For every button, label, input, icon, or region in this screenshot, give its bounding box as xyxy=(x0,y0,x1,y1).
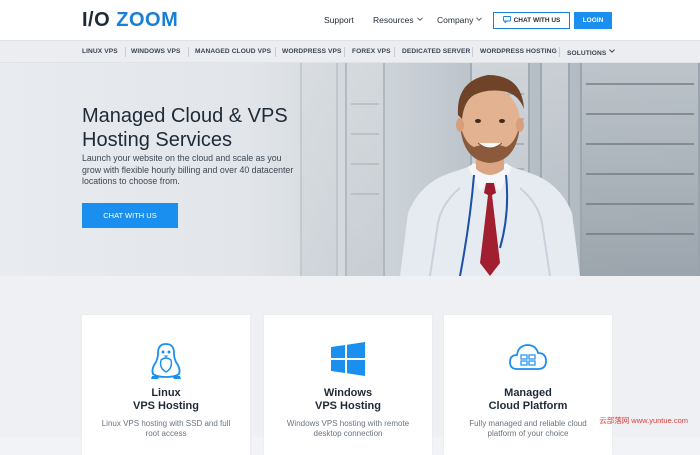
top-header: I/O ZOOM Support Resources Company CHAT … xyxy=(0,0,700,40)
linux-penguin-icon xyxy=(151,343,181,379)
site-logo[interactable]: I/O ZOOM xyxy=(82,9,178,32)
nav-company-label: Company xyxy=(437,15,474,25)
chat-bubble-icon xyxy=(502,16,511,24)
chevron-down-icon xyxy=(609,49,616,53)
nav-resources-label: Resources xyxy=(373,15,414,25)
chat-button-label: CHAT WITH US xyxy=(513,17,561,24)
subnav-item-wordpress-hosting[interactable]: WORDPRESS HOSTING xyxy=(480,48,557,55)
subnav-divider xyxy=(188,47,189,57)
subnav-divider xyxy=(125,47,126,57)
hero-person-image xyxy=(400,75,580,276)
chat-with-us-button[interactable]: CHAT WITH US xyxy=(493,12,570,29)
card-title-line1: Windows xyxy=(323,387,373,399)
subnav-item-solutions[interactable]: SOLUTIONS xyxy=(567,48,616,57)
card-linux-vps[interactable]: Linux VPS Hosting Linux VPS hosting with… xyxy=(82,315,250,455)
subnav-item-dedicated-server[interactable]: DEDICATED SERVER xyxy=(402,48,470,55)
hero-chat-button[interactable]: CHAT WITH US xyxy=(82,203,178,228)
card-title: Linux VPS Hosting xyxy=(82,387,250,413)
hero-banner: Managed Cloud & VPS Hosting Services Lau… xyxy=(0,63,700,276)
nav-resources-menu[interactable]: Resources xyxy=(373,15,423,25)
subnav-item-linux-vps[interactable]: LINUX VPS xyxy=(82,48,118,55)
chevron-down-icon xyxy=(476,17,483,21)
card-title: Managed Cloud Platform xyxy=(444,387,612,413)
login-button[interactable]: LOGIN xyxy=(574,12,612,29)
nav-company-menu[interactable]: Company xyxy=(437,15,483,25)
card-managed-cloud[interactable]: Managed Cloud Platform Fully managed and… xyxy=(444,315,612,455)
subnav-item-managed-cloud-vps[interactable]: MANAGED CLOUD VPS xyxy=(195,48,271,55)
logo-zoom-text: ZOOM xyxy=(116,9,179,31)
windows-logo-icon xyxy=(331,342,365,376)
logo-io-text: I/O xyxy=(82,9,111,31)
subnav-divider xyxy=(344,47,345,57)
subnav-divider xyxy=(559,47,560,57)
watermark-text: 云部落网 www.yuntue.com xyxy=(599,415,688,426)
card-windows-vps[interactable]: Windows VPS Hosting Windows VPS hosting … xyxy=(264,315,432,455)
server-rack-image xyxy=(580,63,700,276)
card-title-line1: Linux xyxy=(151,387,181,399)
card-title: Windows VPS Hosting xyxy=(264,387,432,413)
subnav-item-wordpress-vps[interactable]: WORDPRESS VPS xyxy=(282,48,342,55)
product-cards-section: Linux VPS Hosting Linux VPS hosting with… xyxy=(0,276,700,455)
subnav-divider xyxy=(472,47,473,57)
card-description: Fully managed and reliable cloud platfor… xyxy=(469,419,587,438)
card-title-line2: VPS Hosting xyxy=(314,400,381,412)
nav-support-link[interactable]: Support xyxy=(324,15,354,25)
hero-description: Launch your website on the cloud and sca… xyxy=(82,153,294,186)
card-title-line1: Managed xyxy=(504,387,552,399)
chevron-down-icon xyxy=(416,17,423,21)
card-description: Windows VPS hosting with remote desktop … xyxy=(286,419,410,438)
cloud-platform-icon xyxy=(509,344,547,370)
card-title-line2: VPS Hosting xyxy=(132,400,199,412)
server-rack-image xyxy=(300,63,338,276)
card-description: Linux VPS hosting with SSD and full root… xyxy=(101,419,231,438)
server-rack-image xyxy=(345,63,385,276)
watermark-cn: 云部落网 xyxy=(599,416,630,425)
watermark-url: www.yuntue.com xyxy=(631,416,688,425)
subnav-item-windows-vps[interactable]: WINDOWS VPS xyxy=(131,48,180,55)
subnav-divider xyxy=(275,47,276,57)
subnav-divider xyxy=(394,47,395,57)
product-nav-bar: LINUX VPS WINDOWS VPS MANAGED CLOUD VPS … xyxy=(0,40,700,63)
subnav-item-forex-vps[interactable]: FOREX VPS xyxy=(352,48,391,55)
card-title-line2: Cloud Platform xyxy=(488,400,568,412)
hero-title: Managed Cloud & VPS Hosting Services xyxy=(82,105,288,151)
subnav-solutions-label: SOLUTIONS xyxy=(567,50,607,57)
